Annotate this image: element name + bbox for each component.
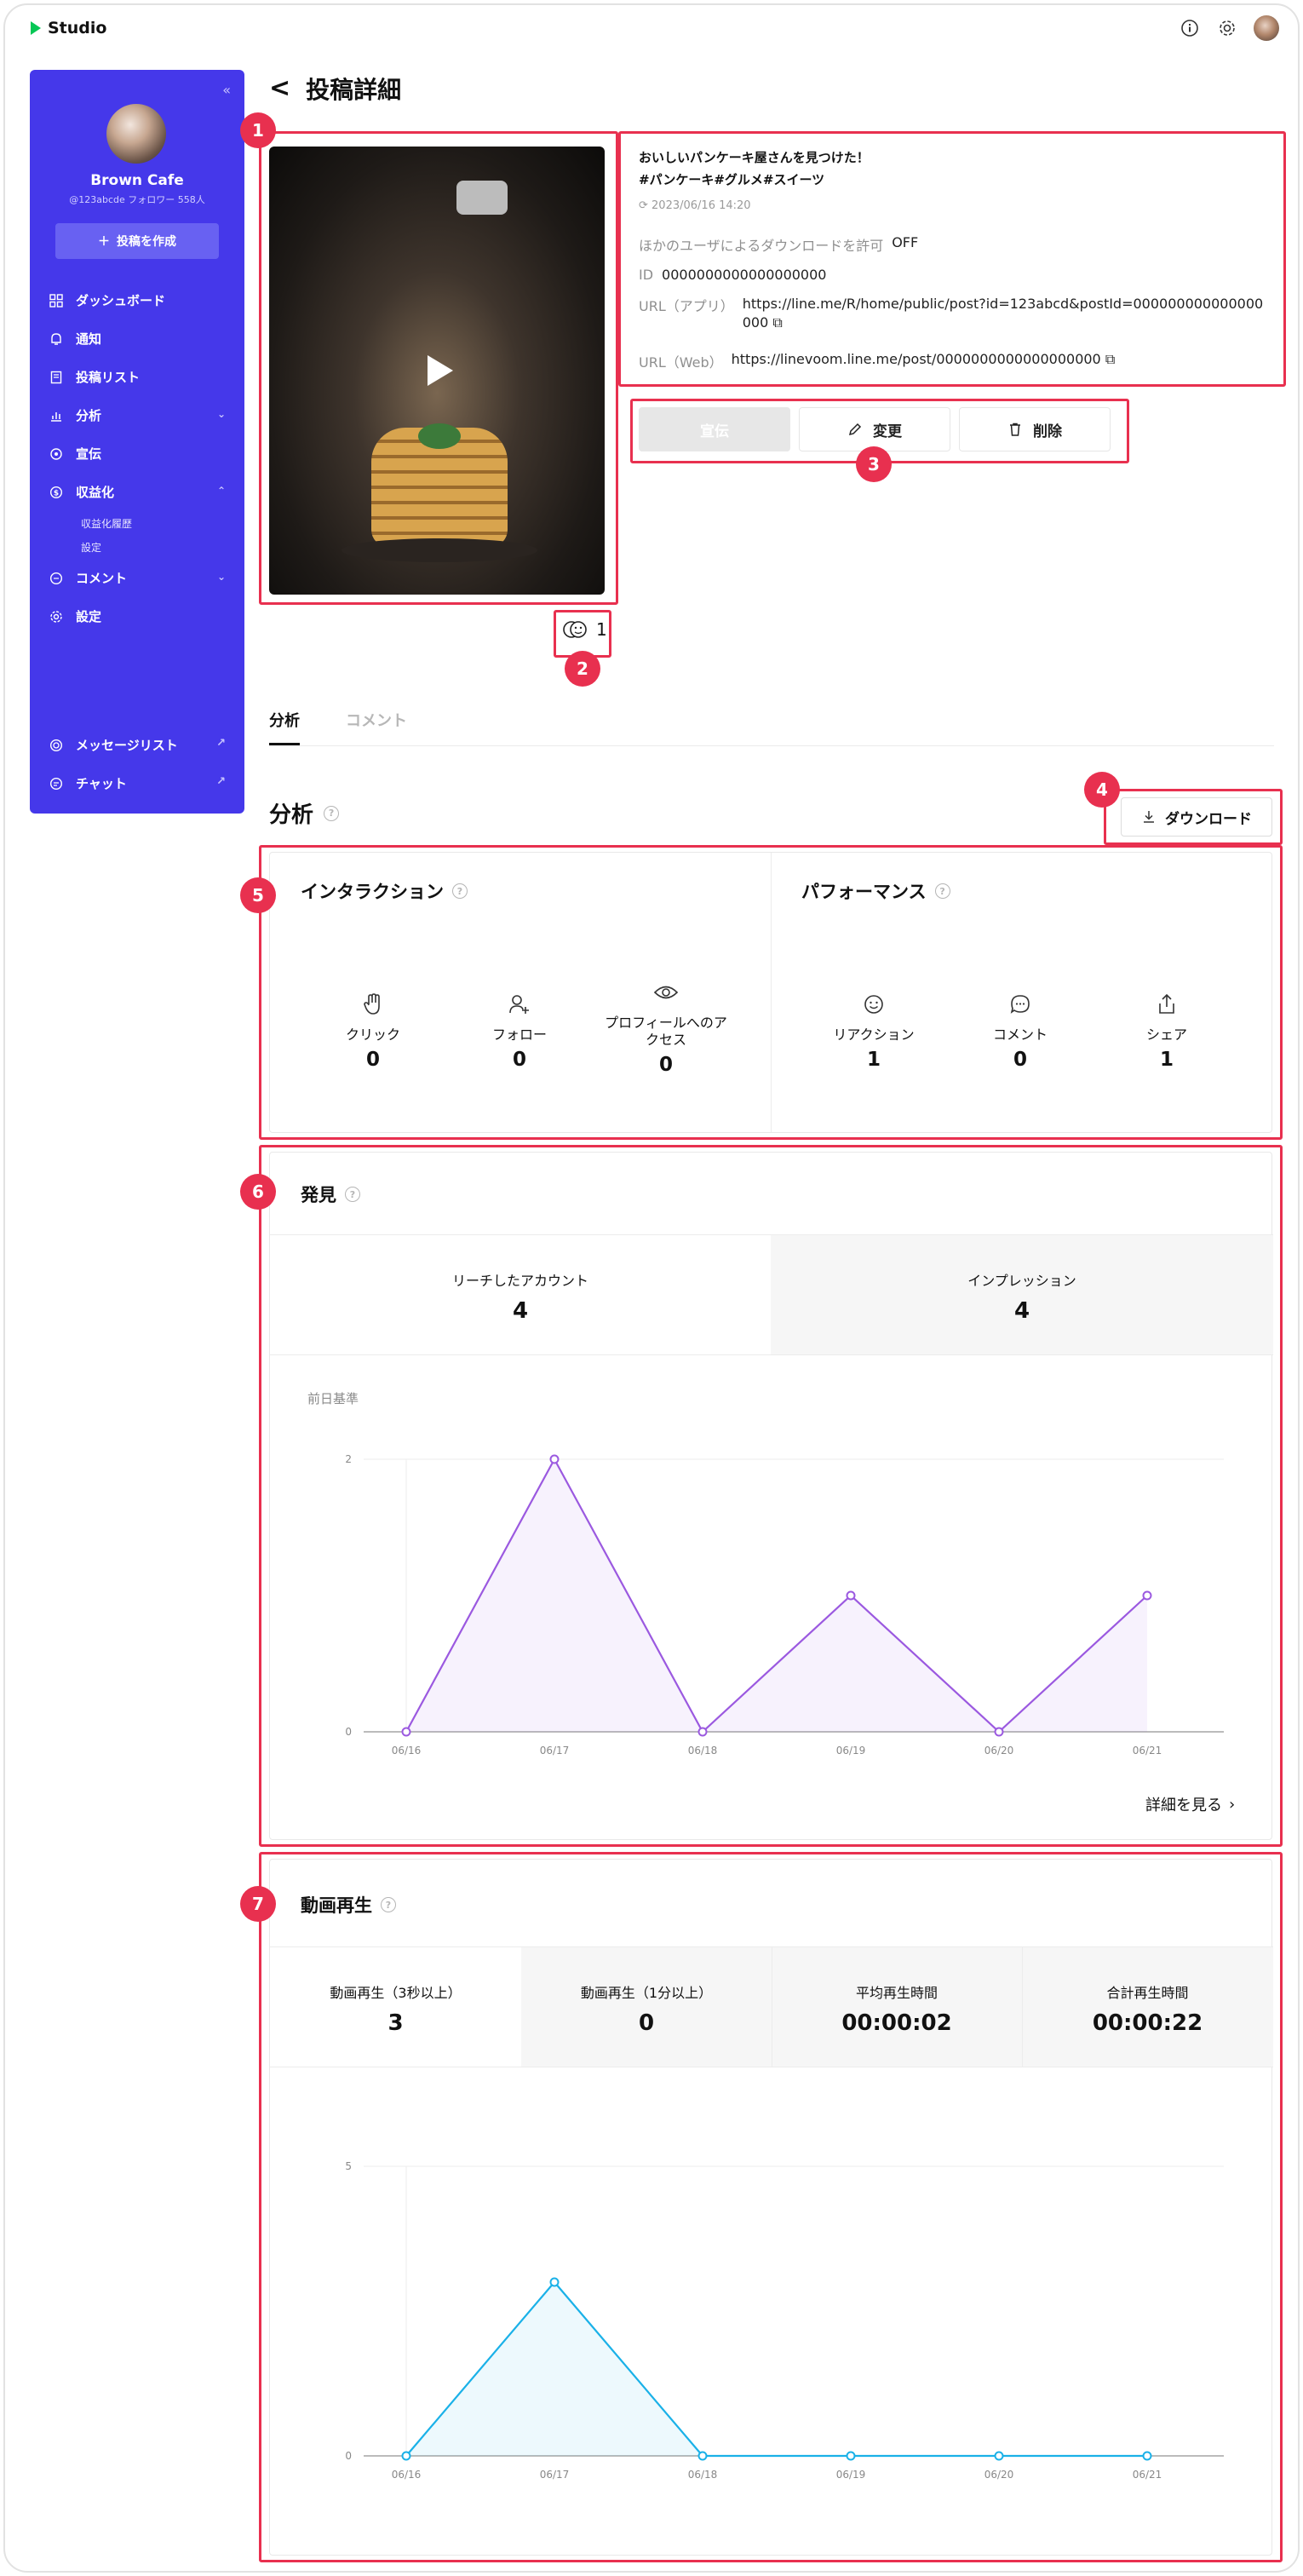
coin-icon: $ bbox=[49, 485, 64, 500]
sidebar-item-label: ダッシュボード bbox=[76, 293, 166, 308]
sidebar-item-label: 投稿リスト bbox=[76, 370, 141, 385]
create-post-label: 投稿を作成 bbox=[117, 235, 176, 249]
user-avatar[interactable] bbox=[1254, 15, 1279, 41]
annotation-badge-7: 7 bbox=[240, 1886, 276, 1922]
annotation-badge-4: 4 bbox=[1084, 772, 1120, 808]
app-name: Studio bbox=[48, 19, 107, 37]
sidebar-item-label: チャット bbox=[76, 776, 127, 791]
sidebar-item-post-list[interactable]: 投稿リスト bbox=[30, 358, 244, 396]
chevron-down-icon[interactable]: ⌄ bbox=[217, 408, 226, 420]
sidebar-item-chat[interactable]: チャット ↗ bbox=[30, 764, 244, 802]
annotation-box-5 bbox=[259, 845, 1283, 1140]
analysis-title: 分析 bbox=[269, 802, 314, 828]
annotation-box-1-info bbox=[618, 131, 1286, 387]
page-header: < 投稿詳細 bbox=[269, 72, 401, 106]
sidebar-item-label: 宣伝 bbox=[76, 446, 102, 462]
collapse-sidebar-icon[interactable]: « bbox=[222, 82, 231, 98]
tab-analysis[interactable]: 分析 bbox=[269, 709, 300, 745]
annotation-box-7 bbox=[259, 1852, 1283, 2562]
sidebar-subitem-monetization-history[interactable]: 収益化履歴 bbox=[30, 511, 244, 535]
annotation-badge-2: 2 bbox=[565, 651, 600, 687]
chat-icon bbox=[49, 776, 64, 791]
top-bar: Studio bbox=[5, 5, 1298, 53]
annotation-box-1 bbox=[259, 131, 618, 605]
create-post-button[interactable]: ＋ 投稿を作成 bbox=[55, 223, 219, 259]
sidebar: « Brown Cafe @123abcde フォロワー 558人 ＋ 投稿を作… bbox=[30, 70, 244, 814]
sidebar-item-notifications[interactable]: 通知 bbox=[30, 319, 244, 358]
sidebar-item-message-list[interactable]: メッセージリスト ↗ bbox=[30, 726, 244, 764]
annotation-box-4 bbox=[1104, 789, 1283, 845]
sidebar-item-label: メッセージリスト bbox=[76, 738, 178, 753]
chevron-down-icon[interactable]: ⌄ bbox=[217, 571, 226, 583]
plus-icon: ＋ bbox=[98, 235, 110, 249]
annotation-box-6 bbox=[259, 1145, 1283, 1847]
chevron-up-icon[interactable]: ⌃ bbox=[217, 485, 226, 497]
sidebar-item-comments[interactable]: コメント ⌄ bbox=[30, 559, 244, 597]
sidebar-item-dashboard[interactable]: ダッシュボード bbox=[30, 281, 244, 319]
app-window: Studio « Brown Cafe @123abcde フォロワー 558人… bbox=[3, 3, 1300, 2573]
help-icon[interactable]: ? bbox=[324, 805, 340, 821]
sidebar-bottom-nav: メッセージリスト ↗ チャット ↗ bbox=[30, 726, 244, 802]
dashboard-icon bbox=[49, 293, 64, 308]
external-link-icon: ↗ bbox=[216, 737, 226, 750]
gear-icon[interactable] bbox=[1216, 17, 1238, 39]
detail-tabs: 分析 コメント bbox=[269, 709, 1274, 746]
tab-comments[interactable]: コメント bbox=[346, 709, 407, 743]
annotation-badge-6: 6 bbox=[240, 1174, 276, 1210]
annotation-badge-1: 1 bbox=[240, 112, 276, 148]
sidebar-item-analytics[interactable]: 分析 ⌄ bbox=[30, 396, 244, 434]
sidebar-item-settings[interactable]: 設定 bbox=[30, 597, 244, 635]
annotation-badge-3: 3 bbox=[856, 446, 892, 482]
document-icon bbox=[49, 370, 64, 385]
bell-icon bbox=[49, 331, 64, 347]
sidebar-item-promotion[interactable]: 宣伝 bbox=[30, 434, 244, 473]
sidebar-subitem-monetization-settings[interactable]: 設定 bbox=[30, 535, 244, 559]
chart-icon bbox=[49, 408, 64, 423]
page-title: 投稿詳細 bbox=[306, 76, 402, 104]
megaphone-icon bbox=[49, 446, 64, 462]
gear-icon bbox=[49, 609, 64, 624]
profile-avatar bbox=[106, 104, 166, 164]
annotation-badge-5: 5 bbox=[240, 877, 276, 913]
back-arrow-icon[interactable]: < bbox=[269, 76, 290, 101]
sidebar-item-monetization[interactable]: $ 収益化 ⌃ bbox=[30, 473, 244, 511]
analysis-header: 分析 ? bbox=[269, 797, 340, 829]
sidebar-item-label: コメント bbox=[76, 571, 128, 586]
comment-icon bbox=[49, 571, 64, 586]
profile-name: Brown Cafe bbox=[90, 172, 184, 189]
sidebar-item-label: 分析 bbox=[76, 408, 102, 423]
sidebar-item-label: 収益化 bbox=[76, 485, 115, 500]
app-logo[interactable]: Studio bbox=[29, 19, 106, 37]
external-link-icon: ↗ bbox=[216, 775, 226, 788]
sidebar-item-label: 通知 bbox=[76, 331, 102, 347]
studio-logo-icon bbox=[31, 21, 41, 35]
info-icon[interactable] bbox=[1179, 17, 1201, 39]
profile-meta: @123abcde フォロワー 558人 bbox=[69, 194, 205, 205]
target-icon bbox=[49, 738, 64, 753]
sidebar-item-label: 設定 bbox=[76, 609, 102, 624]
svg-text:$: $ bbox=[54, 489, 59, 497]
sidebar-nav: ダッシュボード 通知 投稿リスト 分析 ⌄ 宣伝 $ 収益化 ⌃ 収益化履歴 設… bbox=[30, 281, 244, 635]
